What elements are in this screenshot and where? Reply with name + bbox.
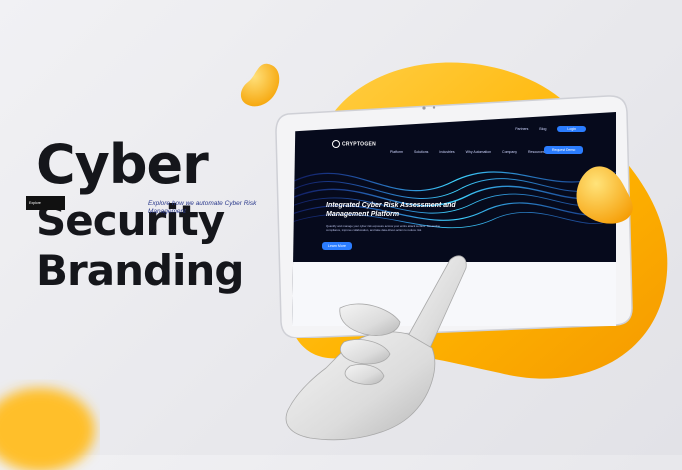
- blurred-yellow-shape: [0, 388, 95, 470]
- site-logo[interactable]: CRYPTOGEN: [332, 140, 376, 148]
- hero-description: Quantify and manage your cyber risk expo…: [326, 224, 441, 233]
- login-button[interactable]: Login: [557, 126, 586, 132]
- headline-line-cyber: Cyber: [36, 133, 209, 196]
- nav-link-partners[interactable]: Partners: [515, 127, 528, 131]
- hero-title: Integrated Cyber Risk Assessment and Man…: [326, 202, 456, 218]
- logo-mark-icon: [332, 140, 340, 148]
- explore-button[interactable]: Explore: [26, 196, 65, 210]
- headline-line-branding: Branding: [36, 246, 244, 295]
- lower-section-heading: Explore how we automate Cyber Risk Manag…: [148, 200, 257, 216]
- site-top-nav: Partners Blog Login: [505, 126, 586, 132]
- nav-link-blog[interactable]: Blog: [539, 127, 546, 131]
- yellow-drop-shape: [576, 166, 633, 224]
- pointing-hand-graphic: [285, 255, 467, 441]
